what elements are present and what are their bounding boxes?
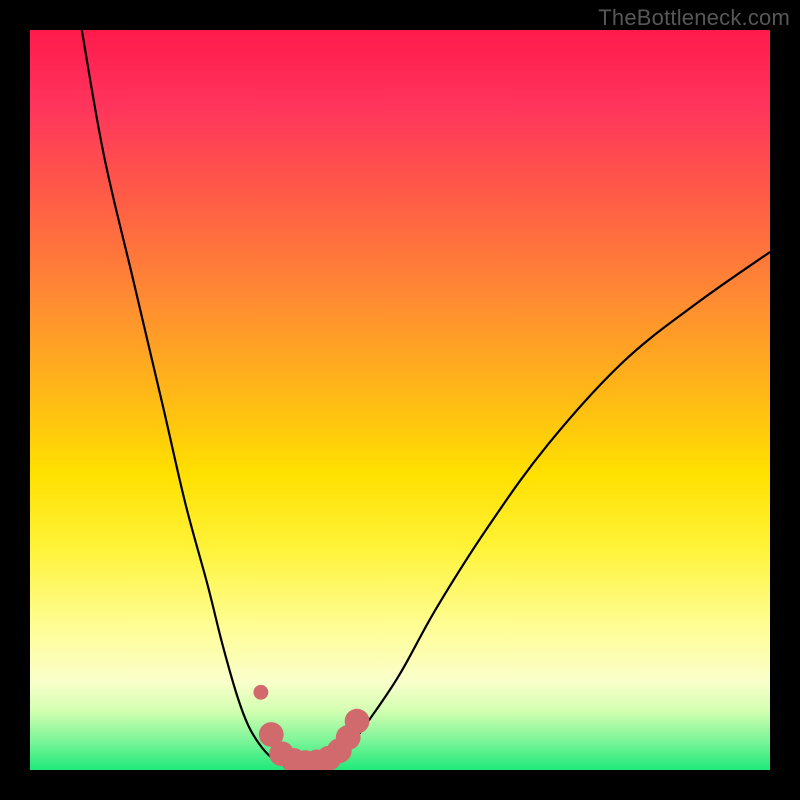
watermark-text: TheBottleneck.com [598, 5, 790, 31]
curve-right-branch [333, 252, 770, 763]
highlight-markers [253, 685, 369, 770]
curve-layer [30, 30, 770, 770]
curve-left-branch [82, 30, 282, 763]
bottleneck-curve [82, 30, 770, 766]
chart-frame: TheBottleneck.com [0, 0, 800, 800]
marker-dot [345, 709, 370, 734]
marker-dot [253, 685, 268, 700]
plot-area [30, 30, 770, 770]
